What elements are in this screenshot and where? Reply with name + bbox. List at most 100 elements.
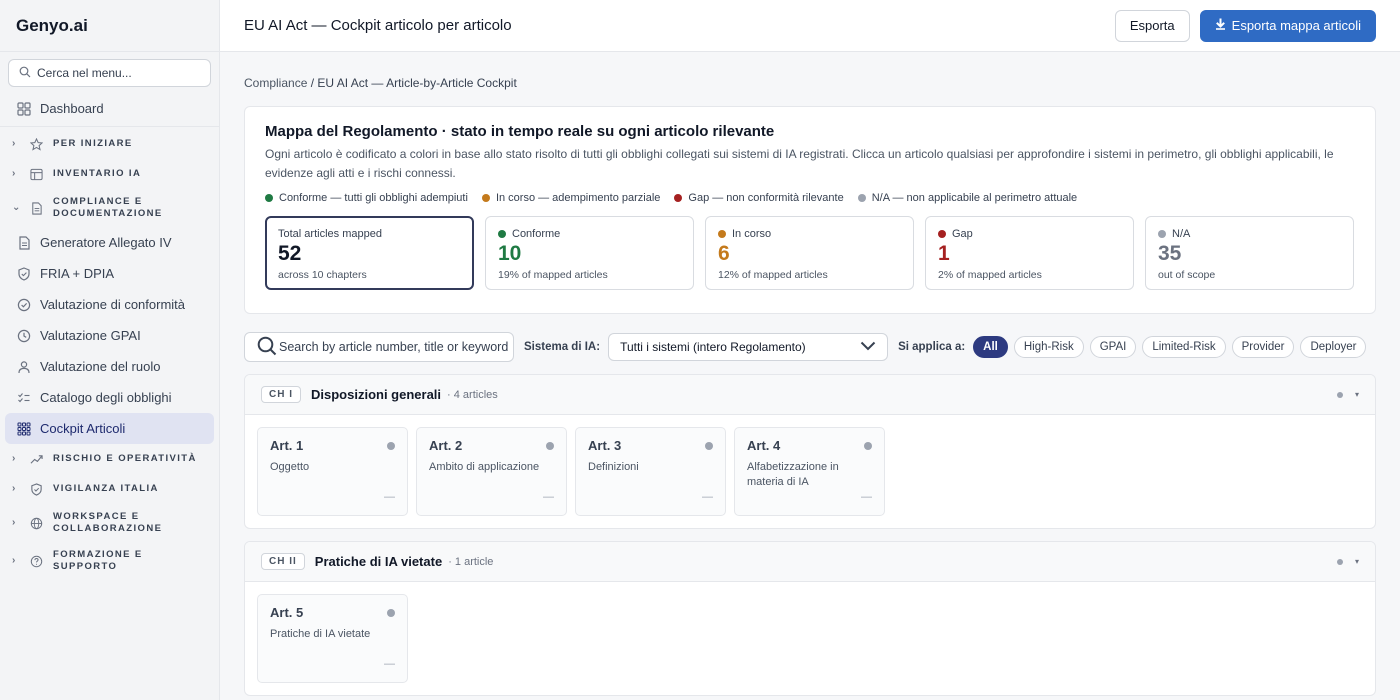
sidebar-search-input[interactable]: [37, 66, 207, 80]
status-dot: [864, 442, 872, 450]
hero-description: Ogni articolo è codificato a colori in b…: [265, 147, 1334, 180]
stat-label-row: Gap: [938, 228, 1121, 240]
chapter-header[interactable]: CH II Pratiche di IA vietate · 1 article…: [245, 542, 1375, 582]
sidebar-group-label: COMPLIANCE E DOCUMENTAZIONE: [53, 196, 163, 220]
status-dot: [674, 194, 683, 202]
sidebar-item-dashboard[interactable]: Dashboard: [0, 93, 219, 124]
page-title: EU AI Act — Cockpit articolo per articol…: [244, 17, 512, 34]
breadcrumb-current: EU AI Act — Article-by-Article Cockpit: [317, 76, 517, 90]
legend-label: N/A — non applicabile al perimetro attua…: [871, 192, 1078, 204]
stat-conforme[interactable]: Conforme 10 19% of mapped articles: [485, 216, 694, 290]
export-button[interactable]: Esporta: [1114, 9, 1190, 42]
chip-gpai[interactable]: GPAI: [1089, 336, 1137, 358]
status-legend: Conforme — tutti gli obblighi adempiuti …: [265, 192, 1355, 204]
export-map-button[interactable]: Esporta mappa articoli: [1199, 9, 1376, 42]
sidebar-item-conformita[interactable]: Valutazione di conformità: [0, 289, 219, 320]
legend-label: In corso — adempimento parziale: [495, 192, 661, 204]
stat-label-row: In corso: [718, 228, 901, 240]
status-dot: [705, 442, 713, 450]
sidebar-group-inventario[interactable]: › INVENTARIO IA: [0, 159, 219, 189]
chapter-header[interactable]: CH I Disposizioni generali · 4 articles …: [245, 375, 1375, 415]
sidebar-item-allegato-iv[interactable]: Generatore Allegato IV: [0, 227, 219, 258]
chevron-right-icon: ›: [12, 138, 17, 149]
status-dot: [1158, 230, 1166, 238]
chip-provider[interactable]: Provider: [1231, 336, 1295, 358]
chapter-badge: CH I: [261, 386, 301, 403]
article-card[interactable]: Art. 5 Pratiche di IA vietate —: [257, 594, 408, 683]
article-search[interactable]: [244, 332, 514, 362]
dots-grid-icon: [16, 421, 32, 437]
legend-item-conforme: Conforme — tutti gli obblighi adempiuti: [265, 192, 468, 204]
sidebar-group-vigilanza[interactable]: › VIGILANZA ITALIA: [0, 474, 219, 504]
stat-value: 10: [498, 242, 522, 265]
status-dot: [718, 230, 726, 238]
stat-na[interactable]: N/A 35 out of scope: [1145, 216, 1354, 290]
search-icon: [19, 66, 31, 81]
sidebar-group-per-iniziare[interactable]: › PER INIZIARE: [0, 129, 219, 159]
stat-gap[interactable]: Gap 1 2% of mapped articles: [925, 216, 1134, 290]
chip-limited-risk[interactable]: Limited-Risk: [1142, 336, 1226, 358]
stat-total[interactable]: Total articles mapped 52 across 10 chapt…: [265, 216, 474, 290]
stat-label-row: N/A: [1158, 228, 1341, 240]
grid-icon: [16, 101, 32, 117]
sidebar-group-compliance[interactable]: ⌄ COMPLIANCE E DOCUMENTAZIONE: [0, 189, 219, 227]
export-map-label: Esporta mappa articoli: [1231, 18, 1361, 33]
article-number: Art. 5: [270, 605, 304, 620]
sidebar-group-label: PER INIZIARE: [53, 138, 133, 149]
stat-in-corso[interactable]: In corso 6 12% of mapped articles: [705, 216, 914, 290]
article-card[interactable]: Art. 3 Definizioni —: [575, 427, 726, 516]
chevron-right-icon: ›: [12, 483, 17, 494]
caret-down-icon[interactable]: ▾: [1355, 390, 1359, 399]
user-icon: [16, 359, 32, 375]
file-icon: [16, 235, 32, 251]
chapter-title: Pratiche di IA vietate: [314, 554, 443, 569]
article-search-input[interactable]: [279, 340, 511, 354]
sidebar-item-cockpit-articoli[interactable]: Cockpit Articoli: [5, 413, 214, 444]
sidebar-search[interactable]: [8, 59, 211, 87]
article-number: Art. 3: [588, 438, 622, 453]
sidebar-group-workspace[interactable]: › WORKSPACE E COLLABORAZIONE: [0, 504, 219, 542]
breadcrumb-compliance[interactable]: Compliance: [244, 76, 307, 90]
brand-logo[interactable]: Genyo.ai: [0, 0, 219, 52]
stat-label: Gap: [952, 228, 973, 240]
applies-chips: All High-Risk GPAI Limited-Risk Provider…: [973, 336, 1367, 358]
chapter-controls: ▾: [1336, 390, 1359, 399]
sidebar-item-label: Valutazione di conformità: [40, 297, 186, 312]
sidebar: Genyo.ai Dashboard › PER INIZIARE ›: [0, 0, 220, 700]
article-title: Oggetto: [270, 461, 310, 473]
article-card[interactable]: Art. 1 Oggetto —: [257, 427, 408, 516]
sidebar-item-gpai[interactable]: Valutazione GPAI: [0, 320, 219, 351]
label-line: WORKSPACE E: [53, 511, 140, 522]
chip-all[interactable]: All: [973, 336, 1008, 358]
sidebar-item-fria-dpia[interactable]: FRIA + DPIA: [0, 258, 219, 289]
chapter-count: · 1 article: [448, 555, 494, 568]
sidebar-group-label: WORKSPACE E COLLABORAZIONE: [53, 511, 162, 535]
chevron-down-icon: [860, 340, 876, 354]
sidebar-item-obblighi[interactable]: Catalogo degli obblighi: [0, 382, 219, 413]
chip-deployer[interactable]: Deployer: [1300, 336, 1367, 358]
article-card[interactable]: Art. 4 Alfabetizzazione in materia di IA…: [734, 427, 885, 516]
shield-icon: [16, 266, 32, 282]
sidebar-group-label: FORMAZIONE E SUPPORTO: [53, 549, 143, 573]
stat-value: 52: [278, 242, 302, 265]
sidebar-group-formazione[interactable]: › FORMAZIONE E SUPPORTO: [0, 542, 219, 580]
article-status-mark: —: [702, 491, 713, 503]
article-title: Definizioni: [588, 461, 639, 473]
chip-high-risk[interactable]: High-Risk: [1013, 336, 1084, 358]
stat-sub: 12% of mapped articles: [718, 269, 828, 281]
status-dot: [1336, 391, 1343, 398]
system-filter-label: Sistema di IA:: [524, 341, 601, 353]
stat-value: 35: [1158, 242, 1182, 265]
caret-down-icon[interactable]: ▾: [1355, 557, 1359, 566]
sidebar-group-rischio[interactable]: › RISCHIO E OPERATIVITÀ: [0, 444, 219, 474]
article-card[interactable]: Art. 2 Ambito di applicazione —: [416, 427, 567, 516]
star-icon: [30, 137, 44, 151]
sidebar-item-label: FRIA + DPIA: [40, 266, 115, 281]
chevron-right-icon: ›: [12, 555, 17, 566]
sidebar-item-ruolo[interactable]: Valutazione del ruolo: [0, 351, 219, 382]
system-select[interactable]: Tutti i sistemi (intero Regolamento): [608, 333, 889, 361]
chevron-right-icon: ›: [12, 517, 17, 528]
chevron-down-icon: ⌄: [12, 202, 22, 213]
chapter-badge: CH II: [261, 553, 305, 570]
status-dot: [546, 442, 554, 450]
